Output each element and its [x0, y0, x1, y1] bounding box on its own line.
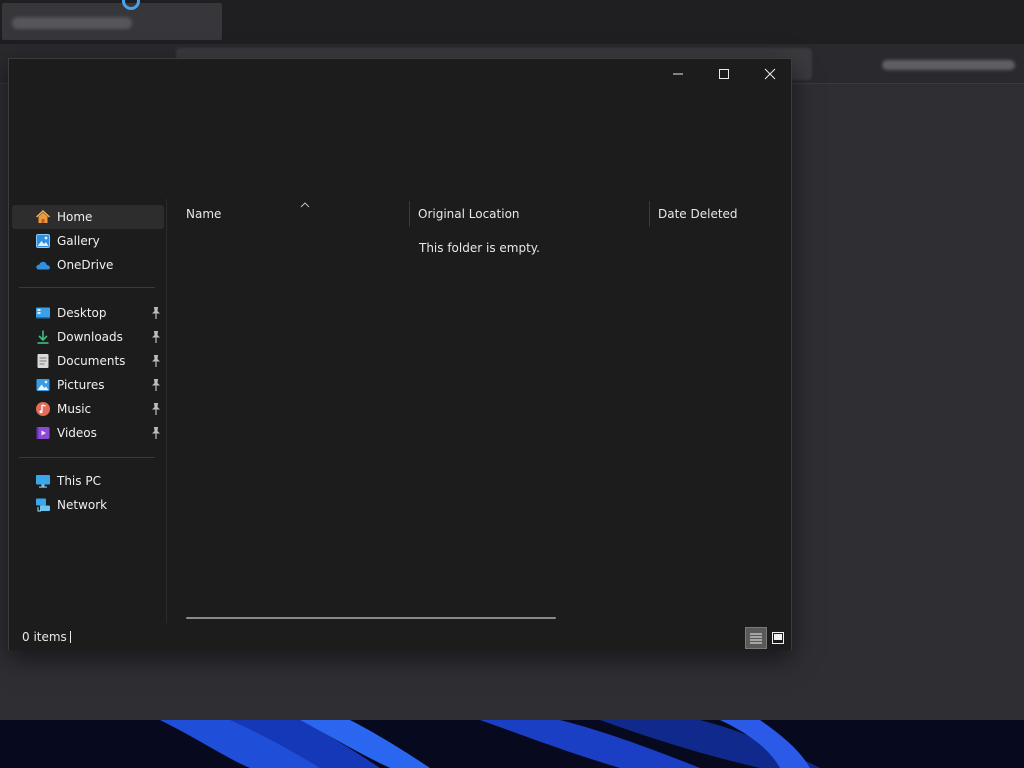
minimize-icon	[673, 73, 683, 75]
pin-icon[interactable]	[150, 306, 162, 320]
empty-folder-message: This folder is empty.	[419, 241, 540, 255]
recycle-bin-window: Home Gallery OneDrive Desktop Downloads …	[8, 58, 792, 650]
nav-item-gallery[interactable]: Gallery	[12, 229, 164, 253]
column-header-date-deleted-label: Date Deleted	[658, 207, 738, 221]
details-view-button[interactable]	[745, 627, 767, 649]
maximize-button[interactable]	[701, 59, 747, 89]
nav-separator	[19, 287, 155, 288]
nav-label-onedrive: OneDrive	[57, 258, 114, 272]
file-list[interactable]: Name Original Location Date Deleted This…	[168, 199, 791, 623]
desktop-icon	[35, 305, 51, 321]
column-header-date-deleted[interactable]: Date Deleted	[649, 201, 789, 227]
pin-icon[interactable]	[150, 402, 162, 416]
background-tab-label-blurred	[12, 17, 132, 29]
nav-label-this-pc: This PC	[57, 474, 101, 488]
nav-label-desktop: Desktop	[57, 306, 107, 320]
nav-label-videos: Videos	[57, 426, 97, 440]
large-icons-view-icon	[772, 632, 784, 644]
nav-label-downloads: Downloads	[57, 330, 123, 344]
column-header-name-label: Name	[186, 207, 222, 221]
nav-item-downloads[interactable]: Downloads	[12, 325, 164, 349]
nav-label-documents: Documents	[57, 354, 126, 368]
nav-label-home: Home	[57, 210, 93, 224]
nav-label-network: Network	[57, 498, 108, 512]
music-icon	[35, 401, 51, 417]
nav-item-this-pc[interactable]: This PC	[12, 469, 164, 493]
pin-icon[interactable]	[150, 378, 162, 392]
nav-item-network[interactable]: Network	[12, 493, 164, 517]
sort-ascending-icon	[300, 202, 310, 208]
onedrive-icon	[35, 257, 51, 273]
navigation-pane: Home Gallery OneDrive Desktop Downloads …	[9, 199, 167, 623]
nav-item-pictures[interactable]: Pictures	[12, 373, 164, 397]
videos-icon	[35, 425, 51, 441]
nav-item-videos[interactable]: Videos	[12, 421, 164, 445]
item-count: 0 items	[22, 630, 67, 644]
background-tab	[2, 3, 222, 40]
nav-item-onedrive[interactable]: OneDrive	[12, 253, 164, 277]
background-search-blurred	[882, 60, 1015, 70]
nav-item-desktop[interactable]: Desktop	[12, 301, 164, 325]
close-icon	[764, 68, 776, 80]
gallery-icon	[35, 233, 51, 249]
nav-separator	[19, 457, 155, 458]
downloads-icon	[35, 329, 51, 345]
title-bar[interactable]	[9, 59, 791, 89]
background-title-bar	[0, 0, 1024, 44]
home-icon	[35, 209, 51, 225]
documents-icon	[35, 353, 51, 369]
status-divider	[70, 631, 71, 643]
close-button[interactable]	[747, 59, 793, 89]
pin-icon[interactable]	[150, 330, 162, 344]
pin-icon[interactable]	[150, 354, 162, 368]
nav-item-documents[interactable]: Documents	[12, 349, 164, 373]
maximize-icon	[719, 69, 729, 79]
this-pc-icon	[35, 473, 51, 489]
nav-label-music: Music	[57, 402, 92, 416]
pictures-icon	[35, 377, 51, 393]
network-icon	[35, 497, 51, 513]
column-header-original-location[interactable]: Original Location	[409, 201, 649, 227]
details-view-icon	[750, 633, 762, 644]
pin-icon[interactable]	[150, 426, 162, 440]
large-icons-view-button[interactable]	[767, 627, 789, 649]
column-header-name[interactable]: Name	[178, 201, 409, 227]
status-bar: 0 items	[9, 623, 791, 650]
nav-label-gallery: Gallery	[57, 234, 100, 248]
column-header-original-location-label: Original Location	[418, 207, 520, 221]
horizontal-scrollbar[interactable]	[186, 617, 556, 619]
nav-label-pictures: Pictures	[57, 378, 105, 392]
nav-item-home[interactable]: Home	[12, 205, 164, 229]
wallpaper-bloom-graphic	[0, 720, 1024, 768]
nav-item-music[interactable]: Music	[12, 397, 164, 421]
minimize-button[interactable]	[655, 59, 701, 89]
desktop-wallpaper	[0, 720, 1024, 768]
